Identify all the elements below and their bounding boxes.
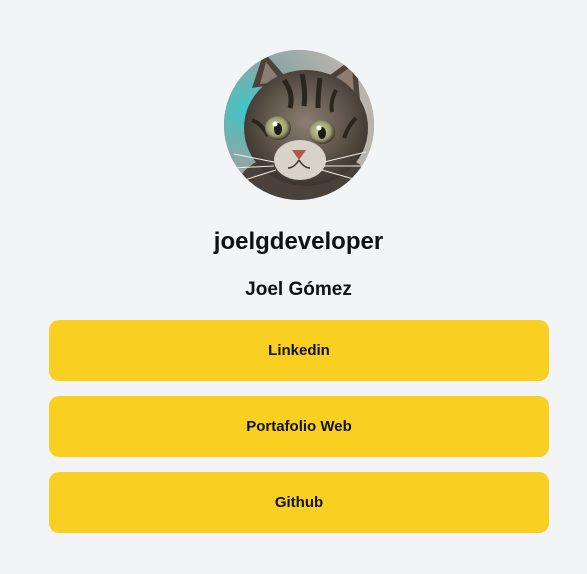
portfolio-button[interactable]: Portafolio Web [49,396,549,457]
linkedin-button[interactable]: Linkedin [49,320,549,381]
kitten-avatar-image [224,50,374,200]
profile-card: joelgdeveloper Joel Gómez Linkedin Porta… [0,0,587,574]
full-name: Joel Gómez [245,279,352,300]
avatar [224,50,374,200]
links-list: Linkedin Portafolio Web Github [49,320,549,548]
github-button[interactable]: Github [49,472,549,533]
username: joelgdeveloper [213,228,384,255]
